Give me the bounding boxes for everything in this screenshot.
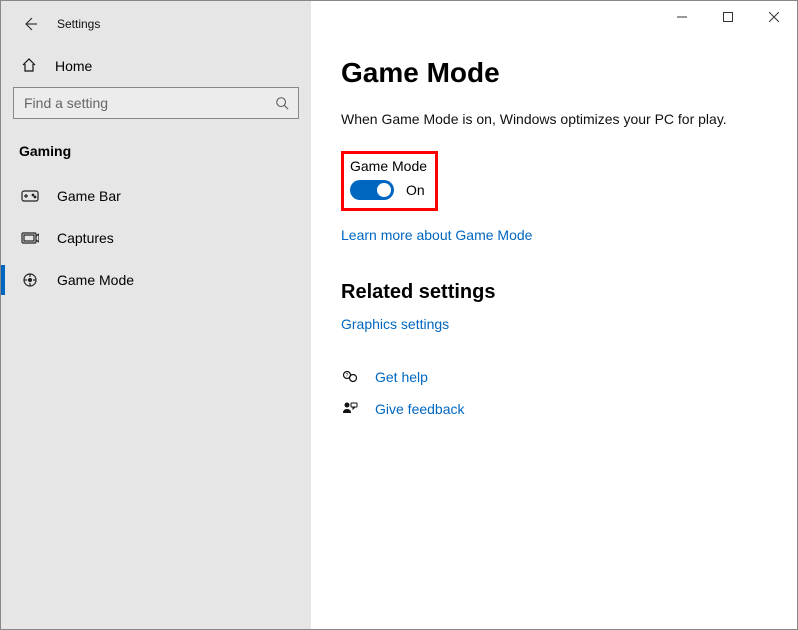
sidebar: Settings Home Gaming — [1, 1, 311, 629]
sidebar-item-label: Game Bar — [57, 188, 121, 204]
get-help-link: Get help — [375, 369, 428, 385]
sidebar-item-captures[interactable]: Captures — [1, 217, 311, 259]
toggle-row: On — [350, 180, 427, 200]
main-pane: Game Mode When Game Mode is on, Windows … — [311, 1, 797, 629]
titlebar-left: Settings — [1, 11, 311, 47]
window-title: Settings — [57, 17, 100, 31]
learn-more-link[interactable]: Learn more about Game Mode — [341, 227, 532, 243]
sidebar-item-game-mode[interactable]: Game Mode — [1, 259, 311, 301]
page-title: Game Mode — [341, 57, 773, 89]
toggle-label: Game Mode — [350, 158, 427, 174]
captures-icon — [21, 229, 39, 247]
help-section: ? Get help Give feedback — [341, 368, 773, 418]
graphics-settings-link[interactable]: Graphics settings — [341, 316, 449, 332]
minimize-button[interactable] — [659, 1, 705, 33]
close-button[interactable] — [751, 1, 797, 33]
svg-text:?: ? — [346, 373, 349, 379]
sidebar-item-label: Captures — [57, 230, 114, 246]
sidebar-home[interactable]: Home — [1, 47, 311, 87]
search-icon — [266, 96, 298, 110]
game-bar-icon — [21, 187, 39, 205]
get-help-row[interactable]: ? Get help — [341, 368, 773, 386]
sidebar-item-label: Game Mode — [57, 272, 134, 288]
page-description: When Game Mode is on, Windows optimizes … — [341, 111, 773, 127]
get-help-icon: ? — [341, 368, 359, 386]
maximize-button[interactable] — [705, 1, 751, 33]
home-icon — [21, 57, 39, 75]
game-mode-icon — [21, 271, 39, 289]
game-mode-toggle[interactable] — [350, 180, 394, 200]
search-input[interactable] — [14, 95, 266, 111]
sidebar-category: Gaming — [1, 135, 311, 175]
game-mode-toggle-block: Game Mode On — [341, 151, 438, 211]
back-icon[interactable] — [21, 15, 39, 33]
search-box-wrap — [1, 87, 311, 135]
search-box[interactable] — [13, 87, 299, 119]
related-settings-header: Related settings — [341, 281, 773, 304]
sidebar-item-game-bar[interactable]: Game Bar — [1, 175, 311, 217]
window-controls — [659, 1, 797, 33]
sidebar-home-label: Home — [55, 58, 92, 74]
give-feedback-row[interactable]: Give feedback — [341, 400, 773, 418]
toggle-state-label: On — [406, 182, 425, 198]
feedback-icon — [341, 400, 359, 418]
give-feedback-link: Give feedback — [375, 401, 465, 417]
